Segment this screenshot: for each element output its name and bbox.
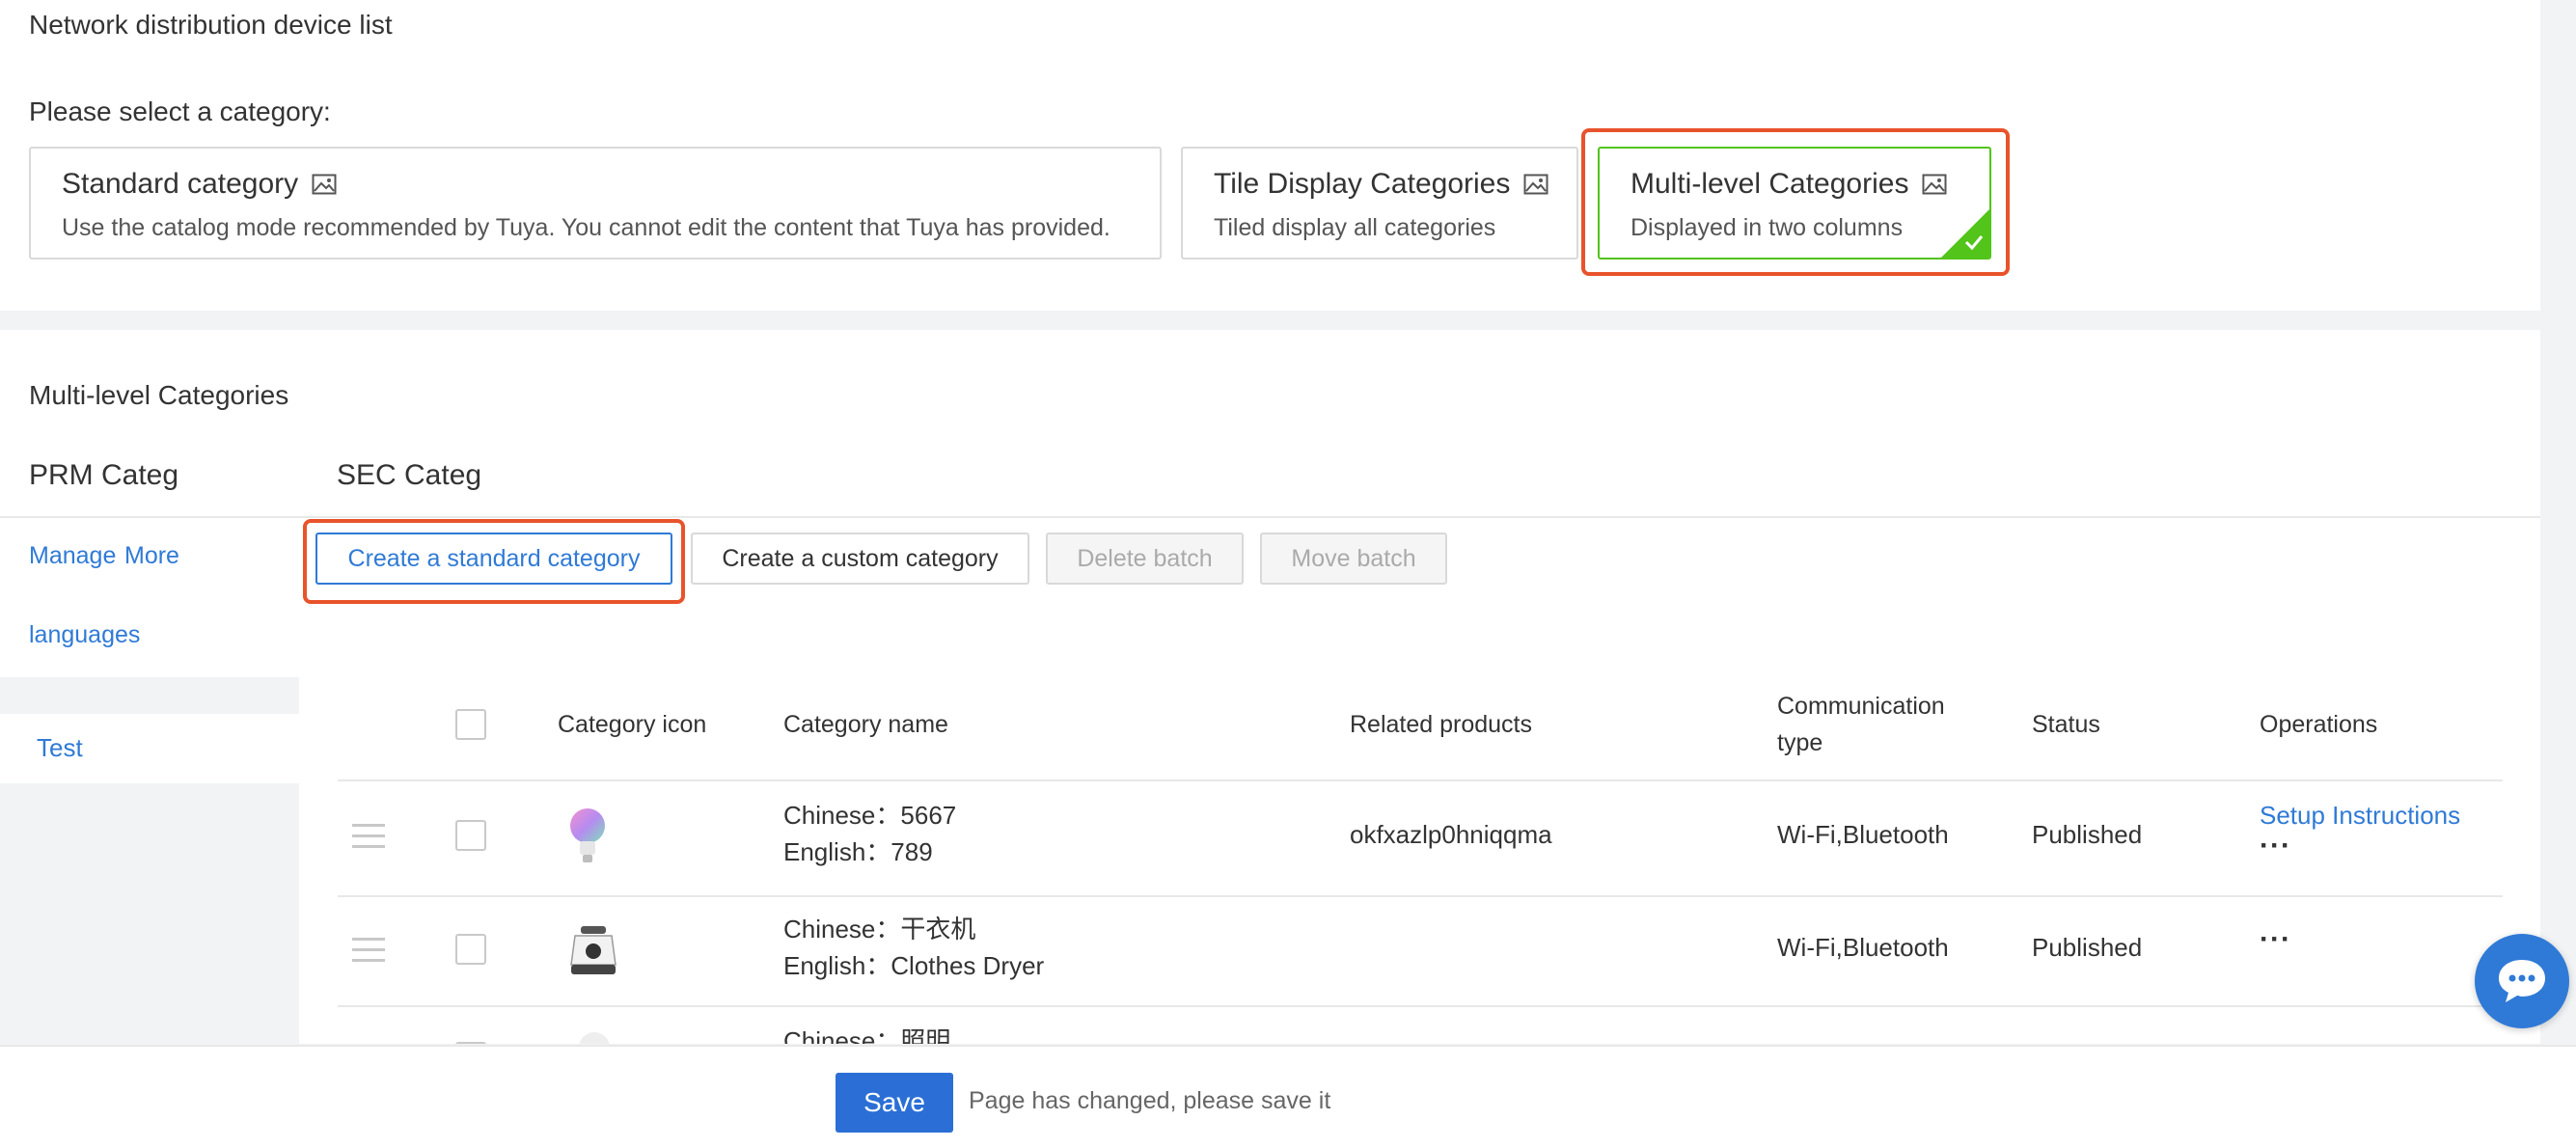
more-link[interactable]: More — [124, 542, 179, 570]
image-icon[interactable] — [1922, 174, 1947, 195]
tile-display-title: Tile Display Categories — [1214, 168, 1511, 200]
row-checkbox[interactable] — [455, 1042, 486, 1044]
tile-display-option[interactable]: Tile Display Categories Tiled display al… — [1181, 147, 1578, 260]
divider — [0, 516, 2540, 518]
more-actions-icon[interactable]: ··· — [2260, 923, 2291, 956]
communication-type-cell: Wi-Fi,Bluetooth — [1777, 820, 1949, 849]
row-divider — [338, 1005, 2503, 1007]
move-batch-button[interactable]: Move batch — [1260, 533, 1447, 585]
image-icon[interactable] — [312, 174, 337, 195]
header-status: Status — [2032, 711, 2100, 738]
setup-instructions-link[interactable]: Setup Instructions — [2260, 797, 2460, 834]
row-checkbox[interactable] — [455, 820, 486, 851]
category-name-chinese: Chinese：干衣机 — [783, 915, 976, 943]
bulb-icon — [570, 808, 605, 862]
sec-category-heading: SEC Categ — [337, 459, 482, 491]
category-name-chinese: Chinese：照明 — [783, 1026, 951, 1044]
header-category-name: Category name — [783, 711, 948, 738]
dryer-icon — [570, 926, 617, 974]
standard-category-option[interactable]: Standard category Use the catalog mode r… — [29, 147, 1162, 260]
drag-handle-icon[interactable] — [352, 938, 385, 963]
category-table: Category icon Category name Related prod… — [299, 677, 2540, 1044]
header-related-products: Related products — [1350, 711, 1533, 738]
page-title: Network distribution device list — [29, 10, 393, 40]
standard-category-desc: Use the catalog mode recommended by Tuya… — [62, 214, 1110, 241]
tile-display-desc: Tiled display all categories — [1214, 214, 1496, 241]
section-title: Multi-level Categories — [29, 380, 289, 410]
save-bar: Save Page has changed, please save it — [0, 1045, 2576, 1148]
create-custom-category-button[interactable]: Create a custom category — [691, 533, 1029, 585]
lighting-icon — [579, 1032, 610, 1044]
status-cell: Published — [2032, 820, 2143, 849]
header-category-icon: Category icon — [558, 711, 707, 738]
category-name-english: English：Clothes Dryer — [783, 951, 1045, 980]
languages-link[interactable]: languages — [29, 621, 140, 649]
row-checkbox[interactable] — [455, 934, 486, 965]
drag-handle-icon[interactable] — [352, 824, 385, 849]
more-actions-icon[interactable]: ··· — [2260, 830, 2291, 862]
prm-category-heading: PRM Categ — [29, 459, 179, 491]
category-mode-panel: Network distribution device list Please … — [0, 0, 2540, 311]
header-operations: Operations — [2260, 711, 2378, 738]
row-divider — [338, 779, 2503, 781]
related-products-cell: okfxazlp0hniqqma — [1350, 820, 1552, 849]
delete-batch-button[interactable]: Delete batch — [1046, 533, 1244, 585]
multi-level-panel: Multi-level Categories PRM Categ SEC Cat… — [0, 330, 2540, 677]
status-cell: Published — [2032, 933, 2143, 962]
sidebar-item-test[interactable]: Test — [0, 714, 299, 783]
image-icon[interactable] — [1523, 174, 1548, 195]
select-all-checkbox[interactable] — [455, 709, 486, 740]
sidebar-item-label: Test — [37, 733, 83, 762]
create-standard-category-button[interactable]: Create a standard category — [315, 533, 672, 585]
check-icon — [1964, 235, 1984, 251]
category-name-english: English：789 — [783, 837, 933, 866]
manage-link[interactable]: Manage — [29, 542, 116, 570]
communication-type-cell: Wi-Fi,Bluetooth — [1777, 933, 1949, 962]
row-divider — [338, 895, 2503, 897]
category-name-chinese: Chinese：5667 — [783, 801, 957, 830]
unsaved-changes-note: Page has changed, please save it — [969, 1087, 1331, 1114]
chat-support-button[interactable] — [2475, 934, 2569, 1028]
select-category-label: Please select a category: — [29, 96, 331, 126]
chat-bubble-icon — [2499, 960, 2545, 1002]
multi-level-desc: Displayed in two columns — [1631, 214, 1904, 241]
save-button[interactable]: Save — [836, 1073, 953, 1133]
multi-level-option[interactable]: Multi-level Categories Displayed in two … — [1598, 147, 1991, 260]
standard-category-title: Standard category — [62, 168, 299, 200]
header-communication-type: Communication type — [1777, 693, 1945, 756]
multi-level-title: Multi-level Categories — [1631, 168, 1909, 200]
